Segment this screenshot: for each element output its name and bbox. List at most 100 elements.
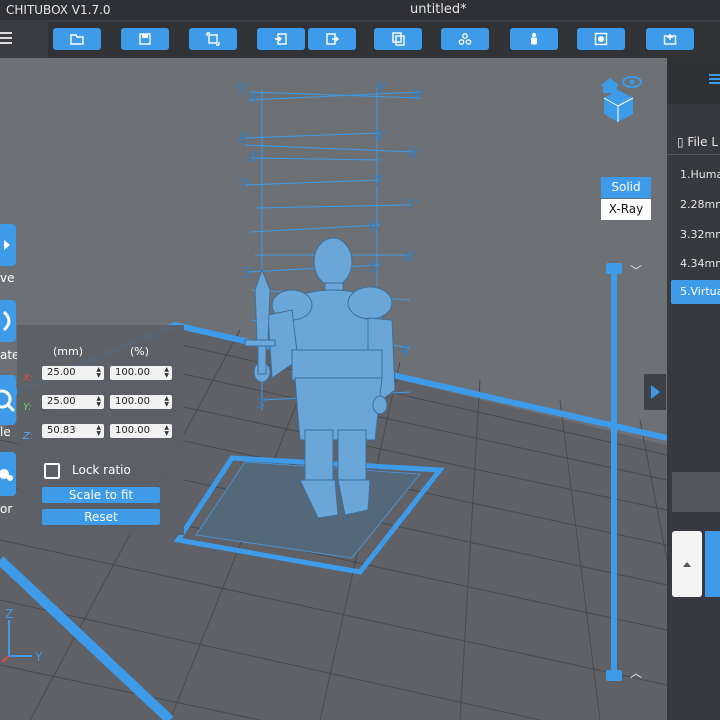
open-file-button[interactable] bbox=[53, 28, 101, 50]
file-list-item-selected[interactable]: 5.Virtual bbox=[671, 280, 720, 304]
hollow-button[interactable] bbox=[510, 28, 558, 50]
lock-ratio-label: Lock ratio bbox=[72, 463, 131, 477]
chevron-right-icon bbox=[4, 240, 10, 250]
ruler-mark: 8' bbox=[238, 131, 251, 147]
scale-tool-button[interactable] bbox=[0, 375, 16, 425]
save-icon bbox=[139, 33, 151, 45]
3d-viewport[interactable]: 9' 9' 9' 9' 8' 8' 8' 8' 7' 7' 7' 6' 6' 5… bbox=[0, 58, 667, 720]
support-icon bbox=[458, 33, 472, 45]
view-cube-icon[interactable] bbox=[600, 76, 642, 122]
z-axis-label: Z: bbox=[23, 431, 34, 442]
ruler-mark: 7' bbox=[238, 178, 251, 194]
mm-header: (mm) bbox=[53, 345, 84, 358]
menu-icon[interactable] bbox=[0, 29, 14, 49]
spinner-icon[interactable]: ▲ ▼ bbox=[164, 425, 169, 437]
export-button[interactable] bbox=[308, 28, 356, 50]
sidebar-action-button[interactable] bbox=[705, 531, 720, 597]
import-icon bbox=[275, 33, 287, 45]
file-list-item[interactable]: 1.Human bbox=[680, 168, 720, 181]
title-bar: CHITUBOX V1.7.0 untitled* bbox=[0, 0, 720, 20]
copy-icon bbox=[392, 32, 405, 46]
ruler-mark: 9' bbox=[412, 88, 425, 104]
mirror-tool-button[interactable] bbox=[0, 452, 16, 496]
layer-slider-top-handle[interactable] bbox=[606, 263, 622, 274]
x-mm-value: 25.00 bbox=[47, 367, 76, 378]
ruler-mark: 4' bbox=[400, 343, 413, 359]
x-percent-value: 100.00 bbox=[115, 367, 150, 378]
move-tool-button[interactable] bbox=[0, 224, 16, 266]
ruler-mark: 9' bbox=[248, 91, 261, 107]
file-list-item[interactable]: 4.34mm bbox=[680, 257, 720, 270]
z-mm-input[interactable]: 50.83 ▲ ▼ bbox=[42, 424, 104, 438]
support-button[interactable] bbox=[441, 28, 489, 50]
ruler-mark: 8' bbox=[374, 128, 387, 144]
x-mm-input[interactable]: 25.00 ▲ ▼ bbox=[42, 366, 104, 380]
layer-slider-bottom-handle[interactable] bbox=[606, 670, 622, 681]
y-percent-value: 100.00 bbox=[115, 396, 150, 407]
file-list-item[interactable]: 2.28mm bbox=[680, 198, 720, 211]
save-button[interactable] bbox=[121, 28, 169, 50]
chevron-up-icon[interactable]: ︿ bbox=[630, 664, 642, 681]
solid-view-button[interactable]: Solid bbox=[601, 177, 651, 198]
y-axis-label: Y bbox=[34, 650, 43, 664]
sidebar-panel-button[interactable] bbox=[672, 472, 720, 512]
document-title: untitled* bbox=[410, 2, 467, 17]
stamp-button[interactable] bbox=[577, 28, 625, 50]
ruler-mark: 7' bbox=[373, 174, 386, 190]
lock-ratio-checkbox[interactable] bbox=[44, 463, 60, 479]
stamp-icon bbox=[594, 32, 608, 46]
ruler-mark: 5' bbox=[242, 266, 255, 282]
rotate-tool-button[interactable] bbox=[0, 300, 16, 342]
y-mm-input[interactable]: 25.00 ▲ ▼ bbox=[42, 395, 104, 409]
divider bbox=[667, 154, 720, 155]
move-tool-label: ve bbox=[0, 271, 15, 285]
scale-panel: (mm) (%) X: 25.00 ▲ ▼ 100.00 ▲ ▼ Y: 25.00 ▲ ▼ … bbox=[17, 325, 184, 535]
xray-view-button[interactable]: X-Ray bbox=[601, 199, 651, 220]
sidebar-header bbox=[667, 58, 720, 104]
z-mm-value: 50.83 bbox=[47, 425, 76, 436]
y-axis-label: Y: bbox=[23, 402, 32, 413]
chevron-down-icon[interactable]: ﹀ bbox=[630, 262, 642, 279]
scroll-up-button[interactable] bbox=[672, 531, 702, 597]
slice-icon bbox=[663, 34, 677, 45]
percent-header: (%) bbox=[130, 345, 150, 358]
spinner-icon[interactable]: ▲ ▼ bbox=[96, 396, 101, 408]
scale-to-fit-button[interactable]: Scale to fit bbox=[42, 487, 160, 503]
file-list-title: ▯ File L bbox=[677, 135, 718, 149]
app-title: CHITUBOX V1.7.0 bbox=[6, 3, 111, 17]
right-sidebar: ▯ File L 1.Human 2.28mm 3.32mm 4.34mm 5.… bbox=[667, 58, 720, 720]
slice-button[interactable] bbox=[646, 28, 694, 50]
file-icon: ▯ bbox=[677, 135, 688, 149]
scale-tool-label: le bbox=[0, 425, 11, 439]
import-button[interactable] bbox=[257, 28, 305, 50]
list-view-icon[interactable] bbox=[709, 72, 720, 86]
file-list-item[interactable]: 3.32mm bbox=[680, 228, 720, 241]
auto-layout-button[interactable] bbox=[189, 28, 237, 50]
ruler-mark: 6' bbox=[369, 219, 382, 235]
scale-icon bbox=[0, 389, 16, 413]
file-list-label: File L bbox=[687, 135, 719, 149]
z-percent-input[interactable]: 100.00 ▲ ▼ bbox=[110, 424, 172, 438]
z-percent-value: 100.00 bbox=[115, 425, 150, 436]
spinner-icon[interactable]: ▲ ▼ bbox=[164, 367, 169, 379]
collapse-panel-button[interactable] bbox=[644, 374, 666, 410]
spinner-icon[interactable]: ▲ ▼ bbox=[96, 425, 101, 437]
mirror-tool-label: or bbox=[0, 502, 13, 516]
ruler-mark: 9' bbox=[375, 80, 388, 96]
ruler-mark: 7' bbox=[406, 198, 419, 214]
y-mm-value: 25.00 bbox=[47, 396, 76, 407]
ruler-mark: 8' bbox=[248, 150, 261, 166]
mirror-icon bbox=[0, 469, 13, 481]
spinner-icon[interactable]: ▲ ▼ bbox=[164, 396, 169, 408]
ruler-mark: 6' bbox=[404, 250, 417, 266]
copy-button[interactable] bbox=[374, 28, 422, 50]
x-percent-input[interactable]: 100.00 ▲ ▼ bbox=[110, 366, 172, 380]
export-icon bbox=[326, 33, 339, 45]
spinner-icon[interactable]: ▲ ▼ bbox=[96, 367, 101, 379]
y-percent-input[interactable]: 100.00 ▲ ▼ bbox=[110, 395, 172, 409]
z-axis-label: Z bbox=[5, 607, 13, 621]
ruler-mark: 9' bbox=[236, 81, 249, 97]
layer-slider-track[interactable] bbox=[611, 268, 617, 676]
ruler-mark: 3' bbox=[256, 396, 269, 412]
reset-button[interactable]: Reset bbox=[42, 509, 160, 525]
